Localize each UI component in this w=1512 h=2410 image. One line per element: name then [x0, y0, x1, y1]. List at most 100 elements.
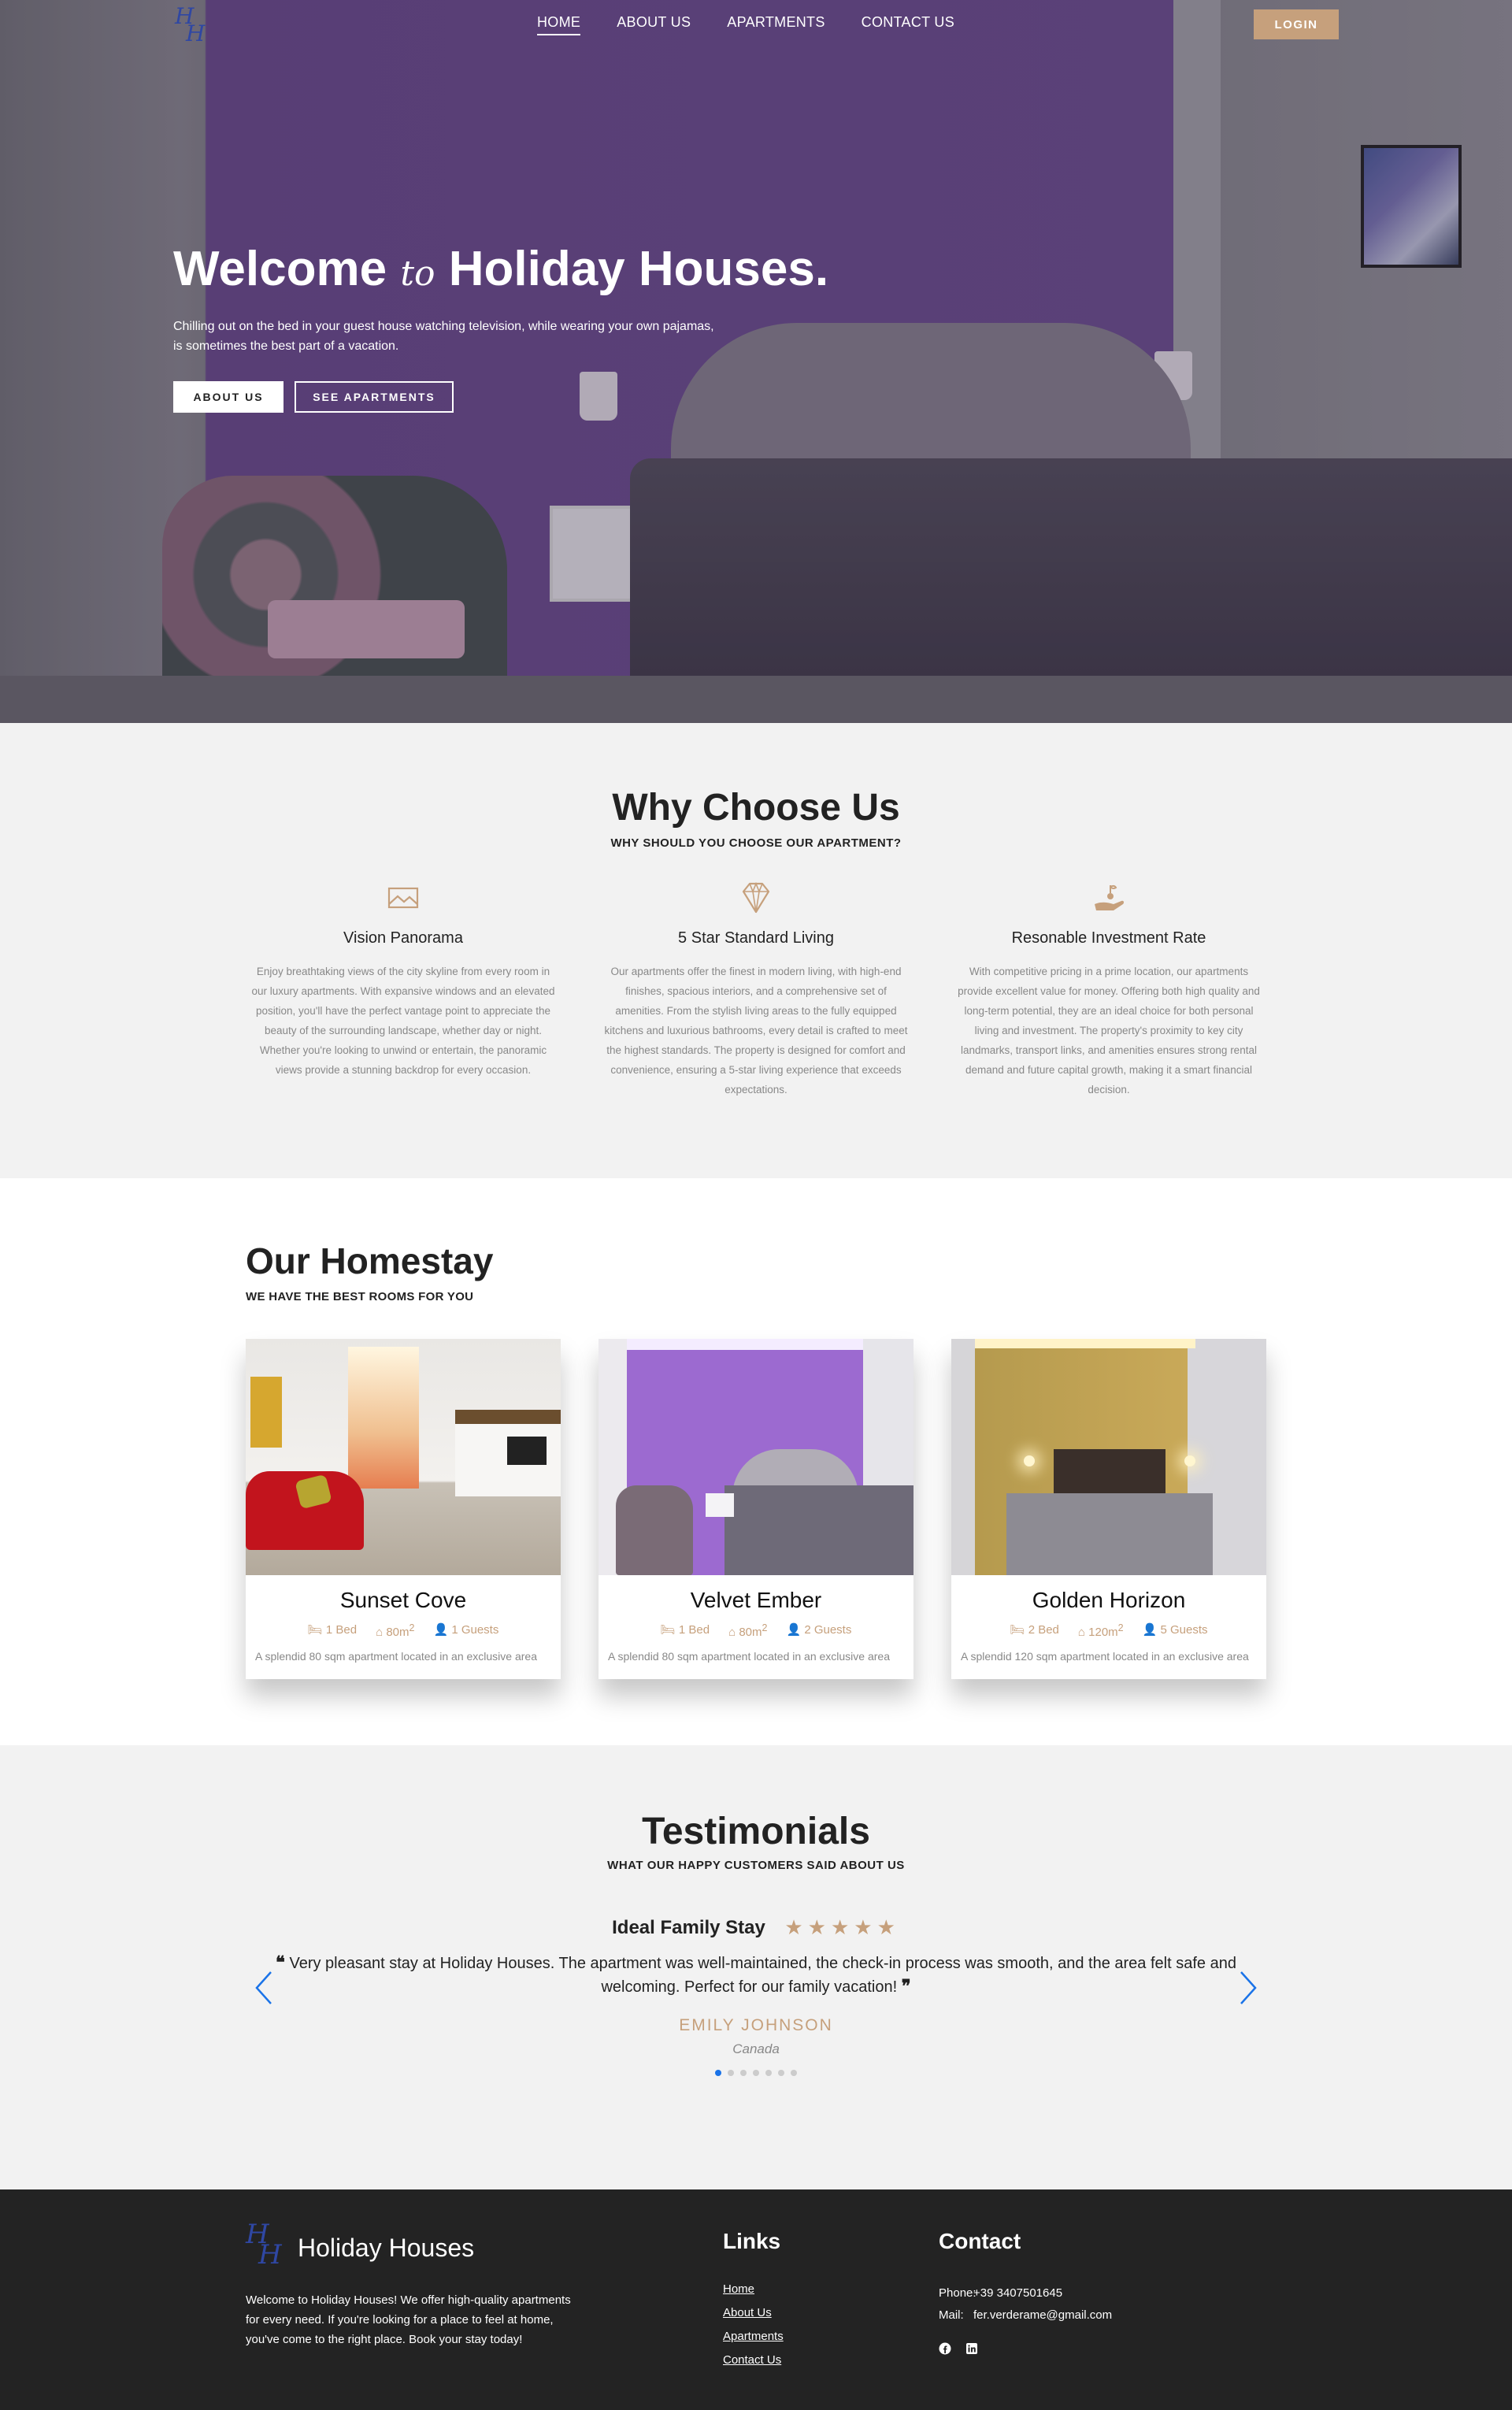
feature-five-star: 5 Star Standard Living Our apartments of…: [598, 881, 914, 1099]
facebook-icon[interactable]: [939, 2342, 951, 2355]
login-button[interactable]: LOGIN: [1254, 9, 1339, 39]
bed-icon: 🛏: [307, 1623, 323, 1637]
footer-about-text: Welcome to Holiday Houses! We offer high…: [246, 2293, 571, 2346]
star-rating-icon: ★★★★★: [784, 1915, 900, 1939]
feature-vision-panorama: Vision Panorama Enjoy breathtaking views…: [246, 881, 561, 1080]
carousel-next-icon[interactable]: [1236, 1969, 1260, 2007]
beds-info: 🛏 2 Bed: [1010, 1622, 1058, 1639]
carousel-dot[interactable]: [791, 2070, 797, 2076]
photo-tv: [507, 1437, 547, 1465]
why-choose-section: Why Choose Us WHY SHOULD YOU CHOOSE OUR …: [0, 723, 1512, 1178]
beds-info: 🛏 1 Bed: [308, 1622, 357, 1639]
apartment-photo[interactable]: [951, 1339, 1266, 1575]
review-text: Very pleasant stay at Holiday Houses. Th…: [289, 1955, 1236, 1996]
footer-link-about[interactable]: About Us: [723, 2306, 772, 2319]
testimonials-subtitle: WHAT OUR HAPPY CUSTOMERS SAID ABOUT US: [607, 1859, 905, 1872]
nav-apartments-link[interactable]: APARTMENTS: [727, 14, 825, 35]
footer-links: Home About Us Apartments Contact Us: [723, 2282, 784, 2377]
apartment-name: Golden Horizon: [1032, 1588, 1186, 1612]
bed-icon: 🛏: [660, 1623, 676, 1637]
nav-about-link[interactable]: ABOUT US: [617, 14, 691, 35]
area-info: ⌂ 80m2: [728, 1622, 767, 1639]
phone-label: Phone:: [939, 2286, 976, 2300]
apartment-card-golden-horizon[interactable]: Golden Horizon 🛏 2 Bed ⌂ 120m2 👤 5 Guest…: [951, 1339, 1266, 1679]
top-navigation: H H HOME ABOUT US APARTMENTS CONTACT US …: [0, 0, 1512, 47]
person-icon: 👤: [786, 1623, 802, 1637]
area-unit-sup: 2: [409, 1622, 415, 1633]
photo-chair: [616, 1485, 693, 1575]
homestay-title: Our Homestay: [246, 1240, 494, 1281]
carousel-dot[interactable]: [715, 2070, 721, 2076]
home-icon: ⌂: [1077, 1626, 1085, 1639]
photo-art: [250, 1377, 282, 1448]
reviewer-country: Canada: [732, 2041, 780, 2056]
guests-count: 5 Guests: [1160, 1623, 1208, 1637]
apartment-meta: 🛏 1 Bed ⌂ 80m2 👤 1 Guests: [246, 1622, 561, 1639]
hero-section: H H HOME ABOUT US APARTMENTS CONTACT US …: [0, 0, 1512, 723]
guests-info: 👤 1 Guests: [433, 1622, 498, 1639]
carousel-dot[interactable]: [765, 2070, 772, 2076]
nav-home-link[interactable]: HOME: [537, 14, 581, 35]
apartment-description: A splendid 120 sqm apartment located in …: [961, 1650, 1249, 1663]
carousel-dot[interactable]: [728, 2070, 734, 2076]
nav-contact-link[interactable]: CONTACT US: [862, 14, 954, 35]
footer-contact-info: Phone:+39 3407501645 Mail: fer.verderame@…: [939, 2282, 1112, 2327]
beds-count: 1 Bed: [325, 1623, 358, 1637]
apartment-description: A splendid 80 sqm apartment located in a…: [608, 1650, 890, 1663]
footer-link-home[interactable]: Home: [723, 2282, 754, 2296]
apartment-name: Velvet Ember: [690, 1588, 822, 1612]
why-title: Why Choose Us: [612, 787, 900, 829]
apartment-card-velvet-ember[interactable]: Velvet Ember 🛏 1 Bed ⌂ 80m2 👤 2 Guests A…: [598, 1339, 914, 1679]
testimonials-title: Testimonials: [642, 1811, 870, 1852]
apartment-meta: 🛏 1 Bed ⌂ 80m2 👤 2 Guests: [598, 1622, 914, 1639]
mail-value[interactable]: fer.verderame@gmail.com: [973, 2308, 1112, 2322]
footer-logo[interactable]: H H: [246, 2221, 284, 2268]
apartment-photo[interactable]: [598, 1339, 914, 1575]
hero-title: Welcome to Holiday Houses.: [173, 241, 828, 297]
footer-links-title: Links: [723, 2229, 781, 2253]
why-subtitle: WHY SHOULD YOU CHOOSE OUR APARTMENT?: [610, 836, 902, 850]
hero-subtitle-line1: Chilling out on the bed in your guest ho…: [173, 320, 714, 333]
main-menu: HOME ABOUT US APARTMENTS CONTACT US: [537, 14, 954, 35]
feature-title: Vision Panorama: [343, 929, 463, 947]
linkedin-icon[interactable]: [965, 2342, 978, 2355]
apartment-card-sunset-cove[interactable]: Sunset Cove 🛏 1 Bed ⌂ 80m2 👤 1 Guests A …: [246, 1339, 561, 1679]
beds-count: 1 Bed: [678, 1623, 710, 1637]
reviewer-name: EMILY JOHNSON: [679, 2016, 833, 2034]
apartment-photo[interactable]: [246, 1339, 561, 1575]
feature-investment: Resonable Investment Rate With competiti…: [951, 881, 1266, 1099]
bed-icon: 🛏: [1010, 1623, 1025, 1637]
phone-value[interactable]: +39 3407501645: [973, 2286, 1062, 2300]
carousel-dot[interactable]: [778, 2070, 784, 2076]
photo-lightstrip: [627, 1339, 863, 1350]
site-logo[interactable]: H H: [175, 6, 206, 45]
apartment-description: A splendid 80 sqm apartment located in a…: [255, 1650, 537, 1663]
home-icon: ⌂: [728, 1626, 736, 1639]
beds-count: 2 Bed: [1028, 1623, 1059, 1637]
hero-title-start: Welcome: [173, 242, 387, 296]
contact-phone-row: Phone:+39 3407501645: [939, 2282, 1112, 2304]
feature-title: 5 Star Standard Living: [678, 929, 834, 947]
footer-link-contact[interactable]: Contact Us: [723, 2353, 781, 2367]
review-quote: ❝ Very pleasant stay at Holiday Houses. …: [260, 1952, 1252, 1999]
diamond-icon: [742, 881, 770, 914]
review-title: Ideal Family Stay: [612, 1916, 765, 1938]
carousel-dot[interactable]: [753, 2070, 759, 2076]
carousel-dot[interactable]: [740, 2070, 747, 2076]
guests-count: 2 Guests: [804, 1623, 852, 1637]
footer-contact-title: Contact: [939, 2229, 1021, 2253]
see-apartments-button[interactable]: SEE APARTMENTS: [295, 381, 454, 413]
person-icon: 👤: [1142, 1623, 1158, 1637]
about-us-button[interactable]: ABOUT US: [173, 381, 284, 413]
footer-brand: Holiday Houses: [298, 2234, 475, 2262]
hero-title-italic: to: [400, 254, 435, 294]
testimonials-section: Testimonials WHAT OUR HAPPY CUSTOMERS SA…: [0, 1745, 1512, 2189]
contact-mail-row: Mail: fer.verderame@gmail.com: [939, 2304, 1112, 2327]
area-value: 120m: [1088, 1626, 1118, 1639]
review-header: Ideal Family Stay ★★★★★: [0, 1915, 1512, 1940]
area-value: 80m: [739, 1626, 762, 1639]
hero-overlay: [0, 0, 1512, 723]
footer-link-apartments[interactable]: Apartments: [723, 2330, 784, 2343]
carousel-dots: [715, 2070, 797, 2076]
carousel-prev-icon[interactable]: [252, 1969, 276, 2007]
